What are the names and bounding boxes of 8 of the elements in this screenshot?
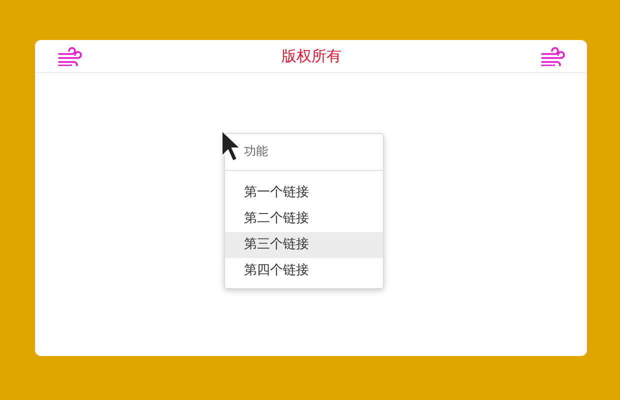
wind-icon[interactable] [58,46,82,66]
menu-item[interactable]: 第一个链接 [225,180,383,206]
menu-item[interactable]: 第二个链接 [225,206,383,232]
menu-item[interactable]: 第三个链接 [225,232,383,258]
menu-heading: 功能 [244,143,268,160]
page-title: 版权所有 [282,46,342,66]
wind-icon[interactable] [541,46,565,66]
menu-item[interactable]: 第四个链接 [225,258,383,284]
